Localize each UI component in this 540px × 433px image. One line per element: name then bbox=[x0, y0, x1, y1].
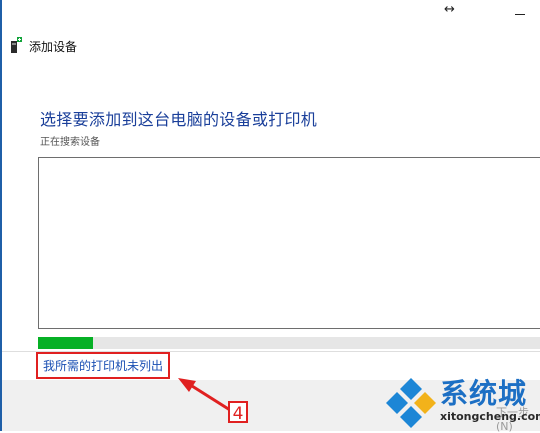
watermark-logo-icon bbox=[386, 378, 436, 428]
annotation-arrow-icon bbox=[178, 378, 231, 412]
watermark-domain: xitongcheng.com bbox=[440, 410, 540, 423]
step-number-badge: 4 bbox=[228, 401, 248, 424]
watermark-title: 系统城 bbox=[440, 377, 528, 410]
